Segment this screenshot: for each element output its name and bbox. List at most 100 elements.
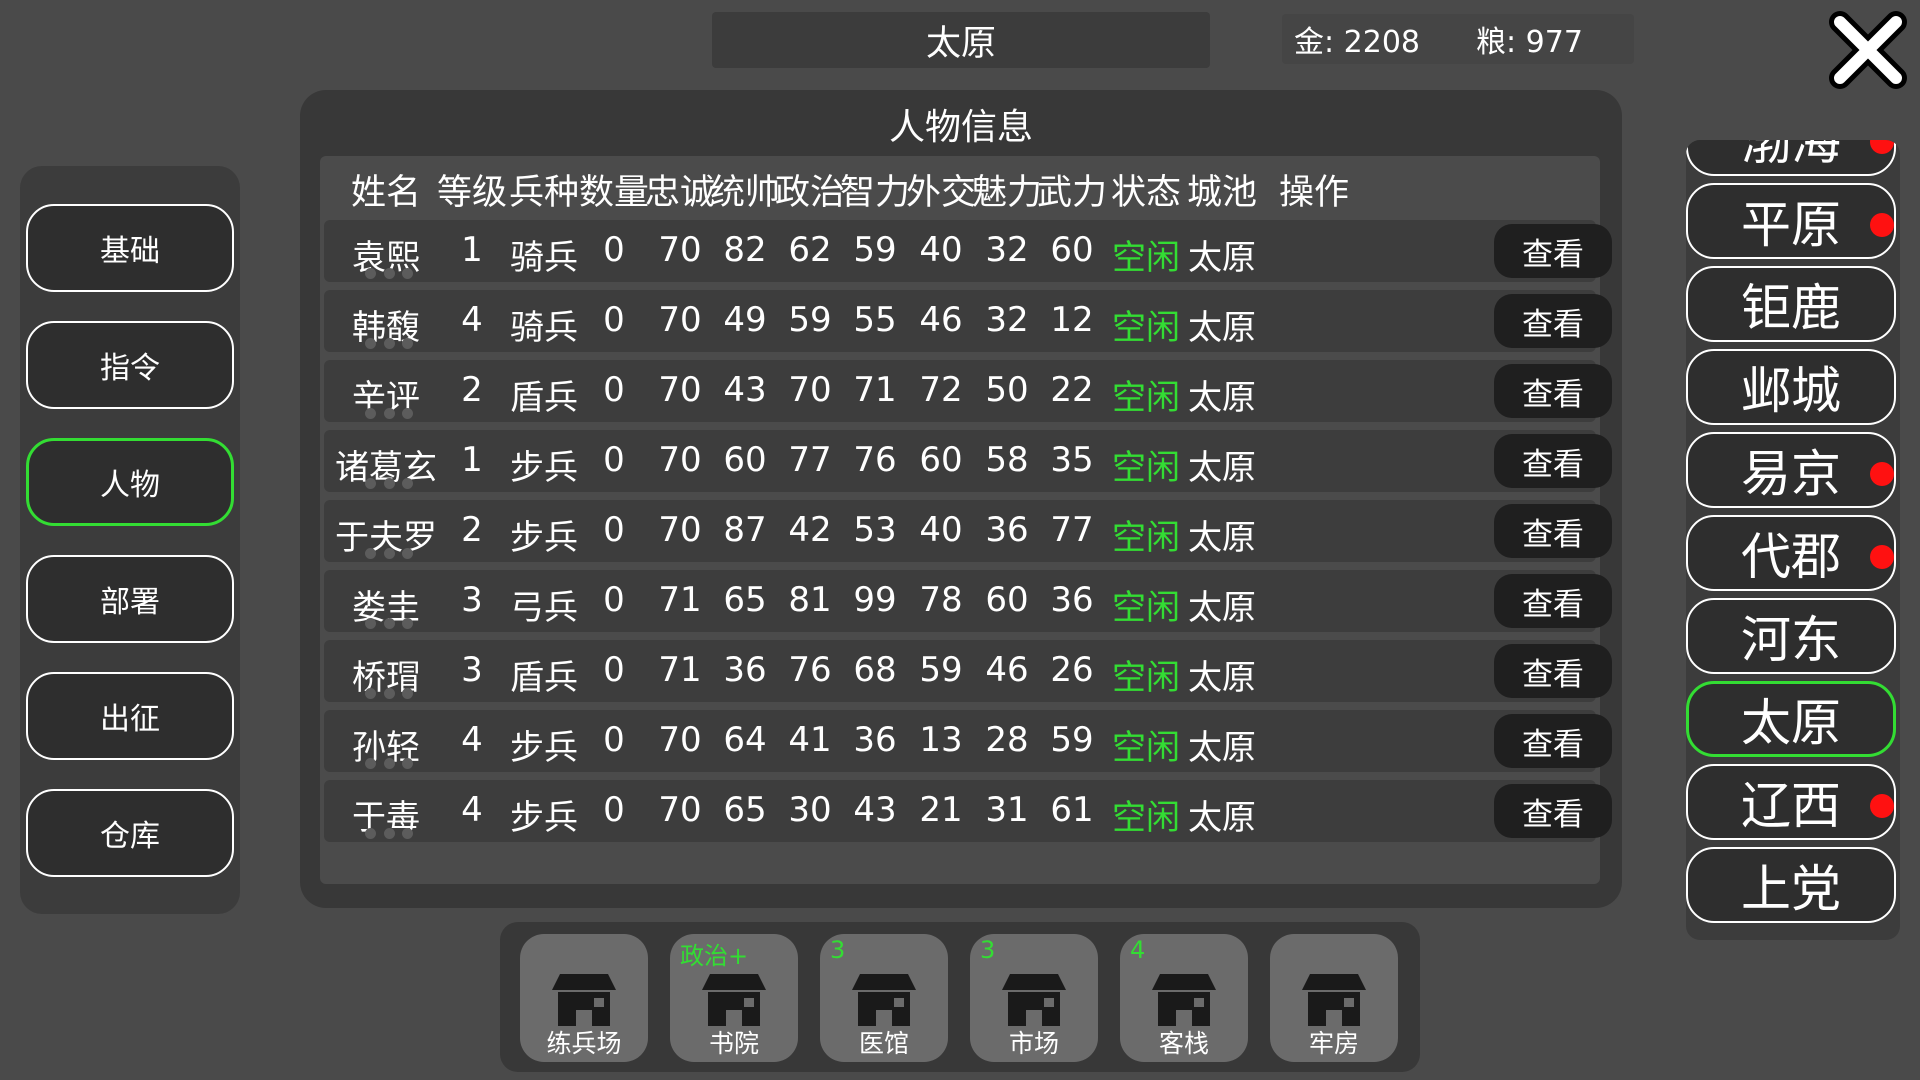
cell-city: 太原 bbox=[1188, 658, 1256, 698]
cell-force: 35 bbox=[1050, 440, 1094, 480]
city-name: 上党 bbox=[1741, 860, 1841, 918]
city-button[interactable]: 代郡 bbox=[1686, 515, 1896, 591]
building-prison[interactable]: 牢房 bbox=[1270, 934, 1398, 1062]
column-header: 状态 bbox=[1110, 173, 1182, 213]
building-academy[interactable]: 政治+ 书院 bbox=[670, 934, 798, 1062]
building-icon bbox=[1002, 974, 1066, 1026]
view-button[interactable]: 查看 bbox=[1494, 364, 1612, 418]
cell-charm: 28 bbox=[985, 720, 1029, 760]
view-button[interactable]: 查看 bbox=[1494, 714, 1612, 768]
menu-button-label: 出征 bbox=[100, 702, 160, 737]
city-button[interactable]: 邺城 bbox=[1686, 349, 1896, 425]
menu-button-orders[interactable]: 指令 bbox=[26, 321, 234, 409]
cell-lead: 87 bbox=[723, 510, 767, 550]
cell-charm: 58 bbox=[985, 440, 1029, 480]
star-dots bbox=[365, 478, 413, 490]
building-clinic[interactable]: 3 医馆 bbox=[820, 934, 948, 1062]
cell-loyalty: 70 bbox=[658, 440, 702, 480]
cell-intel: 71 bbox=[853, 370, 897, 410]
cell-loyalty: 71 bbox=[658, 650, 702, 690]
cell-city: 太原 bbox=[1188, 308, 1256, 348]
cell-force: 59 bbox=[1050, 720, 1094, 760]
city-button[interactable]: 河东 bbox=[1686, 598, 1896, 674]
close-x-icon bbox=[1829, 11, 1907, 89]
cell-status: 空闲 bbox=[1112, 448, 1180, 488]
cell-diplomacy: 40 bbox=[919, 230, 963, 270]
cell-troop: 骑兵 bbox=[510, 238, 578, 278]
dot-icon bbox=[383, 548, 395, 559]
building-inn[interactable]: 4 客栈 bbox=[1120, 934, 1248, 1062]
view-button[interactable]: 查看 bbox=[1494, 434, 1612, 488]
dot-icon bbox=[365, 478, 376, 489]
dot-icon bbox=[365, 758, 376, 769]
column-header: 忠诚 bbox=[644, 173, 716, 213]
column-header: 魅力 bbox=[971, 173, 1043, 213]
city-title: 太原 bbox=[925, 23, 996, 64]
menu-button-characters[interactable]: 人物 bbox=[26, 438, 234, 526]
cell-city: 太原 bbox=[1188, 448, 1256, 488]
dot-icon bbox=[402, 548, 413, 559]
cell-level: 2 bbox=[461, 510, 483, 550]
cell-troop: 步兵 bbox=[510, 728, 578, 768]
view-button[interactable]: 查看 bbox=[1494, 574, 1612, 628]
dot-icon bbox=[402, 268, 413, 279]
column-header: 统帅 bbox=[709, 173, 781, 213]
star-dots bbox=[365, 618, 413, 630]
dot-icon bbox=[383, 758, 395, 769]
view-button[interactable]: 查看 bbox=[1494, 784, 1612, 838]
menu-button-warehouse[interactable]: 仓库 bbox=[26, 789, 234, 877]
cell-city: 太原 bbox=[1188, 378, 1256, 418]
cell-lead: 65 bbox=[723, 580, 767, 620]
building-name: 市场 bbox=[1008, 1029, 1059, 1058]
cell-politics: 41 bbox=[788, 720, 832, 760]
cell-count: 0 bbox=[603, 720, 625, 760]
cell-charm: 60 bbox=[985, 580, 1029, 620]
cell-politics: 62 bbox=[788, 230, 832, 270]
view-button[interactable]: 查看 bbox=[1494, 644, 1612, 698]
cell-status: 空闲 bbox=[1112, 378, 1180, 418]
view-button[interactable]: 查看 bbox=[1494, 504, 1612, 558]
city-button[interactable]: 渤海 bbox=[1686, 140, 1896, 176]
city-list[interactable]: 渤海平原 钜鹿 邺城 易京代郡河东 太原 辽西上党 bbox=[1686, 140, 1900, 940]
cell-status: 空闲 bbox=[1112, 238, 1180, 278]
cell-troop: 步兵 bbox=[510, 518, 578, 558]
building-training-ground[interactable]: 练兵场 bbox=[520, 934, 648, 1062]
dot-icon bbox=[383, 828, 395, 839]
dot-icon bbox=[365, 408, 376, 419]
city-button[interactable]: 钜鹿 bbox=[1686, 266, 1896, 342]
building-market[interactable]: 3 市场 bbox=[970, 934, 1098, 1062]
city-button[interactable]: 上党 bbox=[1686, 847, 1896, 923]
building-name: 客栈 bbox=[1158, 1029, 1209, 1058]
menu-button-label: 仓库 bbox=[100, 819, 160, 854]
city-button[interactable]: 易京 bbox=[1686, 432, 1896, 508]
dot-icon bbox=[383, 478, 395, 489]
city-button[interactable]: 平原 bbox=[1686, 183, 1896, 259]
building-name: 书院 bbox=[708, 1029, 759, 1058]
red-dot-icon bbox=[1870, 213, 1894, 237]
menu-button-basic[interactable]: 基础 bbox=[26, 204, 234, 292]
building-name: 医馆 bbox=[858, 1029, 909, 1058]
close-button[interactable] bbox=[1826, 8, 1910, 92]
city-button[interactable]: 辽西 bbox=[1686, 764, 1896, 840]
dot-icon bbox=[402, 338, 413, 349]
cell-charm: 32 bbox=[985, 300, 1029, 340]
view-button[interactable]: 查看 bbox=[1494, 224, 1612, 278]
cell-diplomacy: 46 bbox=[919, 300, 963, 340]
menu-button-deploy[interactable]: 部署 bbox=[26, 555, 234, 643]
city-button[interactable]: 太原 bbox=[1686, 681, 1896, 757]
cell-force: 26 bbox=[1050, 650, 1094, 690]
city-name: 代郡 bbox=[1741, 528, 1841, 586]
menu-button-campaign[interactable]: 出征 bbox=[26, 672, 234, 760]
red-dot-icon bbox=[1870, 140, 1894, 154]
cell-count: 0 bbox=[603, 510, 625, 550]
view-button[interactable]: 查看 bbox=[1494, 294, 1612, 348]
star-dots bbox=[365, 338, 413, 350]
column-header: 城池 bbox=[1186, 173, 1258, 213]
cell-loyalty: 70 bbox=[658, 230, 702, 270]
column-header: 等级 bbox=[436, 173, 508, 213]
cell-lead: 64 bbox=[723, 720, 767, 760]
cell-diplomacy: 21 bbox=[919, 790, 963, 830]
cell-charm: 32 bbox=[985, 230, 1029, 270]
building-badge: 3 bbox=[980, 936, 996, 964]
cell-level: 1 bbox=[461, 440, 483, 480]
